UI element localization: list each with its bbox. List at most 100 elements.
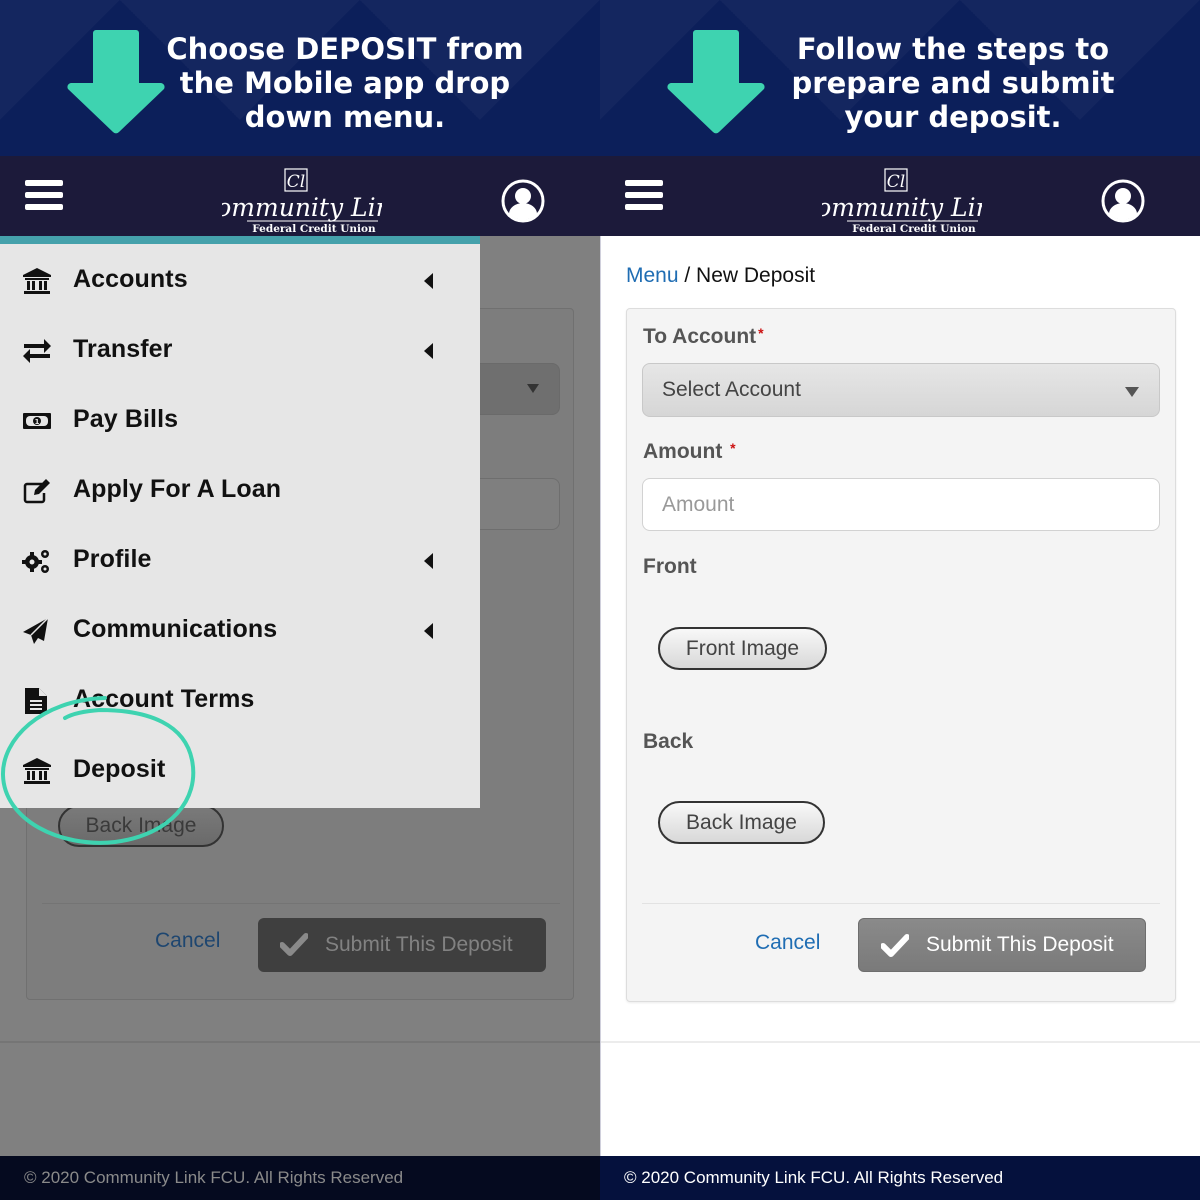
hamburger-icon-bar bbox=[625, 204, 663, 210]
menu-item-label: Profile bbox=[73, 545, 152, 573]
instruction-text: Choose DEPOSIT from the Mobile app drop … bbox=[160, 32, 530, 134]
instruction-banner: Choose DEPOSIT from the Mobile app drop … bbox=[0, 0, 600, 156]
new-deposit-page: Menu / New Deposit To Account * Select Ac… bbox=[600, 236, 1200, 1156]
breadcrumb-menu-link[interactable]: Menu bbox=[626, 264, 679, 287]
amount-input[interactable] bbox=[642, 478, 1160, 531]
caret-down-icon bbox=[527, 384, 539, 393]
front-label: Front bbox=[643, 555, 697, 578]
menu-item-deposit[interactable]: Deposit bbox=[0, 739, 480, 803]
right-panel: Follow the steps to prepare and submit y… bbox=[600, 0, 1200, 1200]
community-link-logo: Cl Community Link Federal Credit Union bbox=[822, 168, 982, 234]
svg-text:Community Link: Community Link bbox=[222, 193, 382, 222]
deposit-form-card: To Account* Select Account Amount * Fron… bbox=[626, 308, 1176, 1002]
menu-item-accounts[interactable]: Accounts bbox=[0, 249, 480, 313]
divider bbox=[42, 903, 560, 904]
to-account-select[interactable]: Select Account bbox=[642, 363, 1160, 417]
instruction-line: your deposit. bbox=[844, 100, 1062, 134]
divider bbox=[642, 903, 1160, 904]
bank-icon bbox=[23, 268, 51, 294]
back-label: Back bbox=[643, 730, 694, 753]
copyright-text: © 2020 Community Link FCU. All Rights Re… bbox=[624, 1168, 1004, 1187]
transfer-arrows-icon bbox=[23, 339, 51, 363]
menu-item-label: Transfer bbox=[73, 335, 173, 363]
instruction-line: Follow the steps to bbox=[796, 32, 1110, 66]
footer: © 2020 Community Link FCU. All Rights Re… bbox=[0, 1156, 600, 1200]
app-header: Cl Community Link Federal Credit Union bbox=[600, 156, 1200, 236]
instruction-line: down menu. bbox=[244, 100, 446, 134]
menu-item-label: Pay Bills bbox=[73, 405, 179, 433]
hamburger-icon-bar bbox=[25, 204, 63, 210]
gears-icon bbox=[22, 550, 49, 573]
dimmed-cancel-link: Cancel bbox=[155, 929, 221, 952]
svg-text:Federal Credit Union: Federal Credit Union bbox=[252, 223, 376, 234]
divider bbox=[0, 1041, 600, 1043]
menu-item-communications[interactable]: Communications bbox=[0, 599, 480, 663]
hamburger-icon bbox=[625, 180, 663, 186]
down-arrow-icon bbox=[67, 30, 165, 134]
svg-text:1: 1 bbox=[35, 418, 40, 426]
divider bbox=[601, 1041, 1200, 1043]
select-value: Select Account bbox=[662, 378, 801, 401]
breadcrumb-separator: / bbox=[678, 264, 697, 287]
caret-left-icon bbox=[424, 553, 433, 569]
dimmed-submit-button: Submit This Deposit bbox=[258, 918, 546, 972]
user-profile-button[interactable] bbox=[501, 179, 545, 223]
to-account-label-text: To Account bbox=[643, 325, 757, 348]
menu-item-label: Deposit bbox=[73, 755, 166, 783]
front-image-button[interactable]: Front Image bbox=[658, 627, 827, 670]
bank-icon bbox=[23, 758, 51, 784]
submit-deposit-button[interactable]: Submit This Deposit bbox=[858, 918, 1146, 972]
breadcrumb: Menu / New Deposit bbox=[626, 264, 815, 288]
down-arrow-icon bbox=[667, 30, 765, 134]
svg-text:Community Link: Community Link bbox=[822, 193, 982, 222]
caret-left-icon bbox=[424, 273, 433, 289]
to-account-label: To Account * bbox=[643, 325, 764, 349]
menu-item-account-terms[interactable]: Account Terms bbox=[0, 669, 480, 733]
navigation-drawer: Accounts Transfer 1 Pay Bills Apply For … bbox=[0, 236, 480, 808]
checkmark-icon bbox=[280, 933, 308, 956]
hamburger-menu-button[interactable] bbox=[625, 180, 663, 214]
menu-item-label: Apply For A Loan bbox=[73, 475, 282, 503]
menu-item-apply-for-a-loan[interactable]: Apply For A Loan bbox=[0, 459, 480, 523]
svg-text:Federal Credit Union: Federal Credit Union bbox=[852, 223, 976, 234]
caret-down-icon bbox=[1125, 387, 1139, 397]
caret-left-icon bbox=[424, 623, 433, 639]
instruction-banner: Follow the steps to prepare and submit y… bbox=[600, 0, 1200, 156]
user-circle-icon bbox=[1101, 179, 1145, 223]
menu-item-transfer[interactable]: Transfer bbox=[0, 319, 480, 383]
caret-left-icon bbox=[424, 343, 433, 359]
hamburger-icon-bar bbox=[25, 192, 63, 198]
amount-label: Amount * bbox=[643, 440, 736, 464]
instruction-line: the Mobile app drop bbox=[179, 66, 511, 100]
left-panel: Choose DEPOSIT from the Mobile app drop … bbox=[0, 0, 600, 1200]
app-header: Cl Community Link Federal Credit Union bbox=[0, 156, 600, 236]
menu-item-label: Accounts bbox=[73, 265, 188, 293]
cancel-link[interactable]: Cancel bbox=[755, 931, 820, 955]
hamburger-icon bbox=[25, 180, 63, 186]
menu-item-label: Account Terms bbox=[73, 685, 255, 713]
hamburger-menu-button[interactable] bbox=[25, 180, 63, 214]
community-link-logo: Cl Community Link Federal Credit Union bbox=[222, 168, 382, 234]
instruction-line: prepare and submit bbox=[791, 66, 1115, 100]
menu-item-pay-bills[interactable]: 1 Pay Bills bbox=[0, 389, 480, 453]
footer: © 2020 Community Link FCU. All Rights Re… bbox=[600, 1156, 1200, 1200]
checkmark-icon bbox=[881, 934, 909, 957]
drawer-accent-bar bbox=[0, 236, 480, 244]
copyright-text: © 2020 Community Link FCU. All Rights Re… bbox=[24, 1168, 404, 1187]
amount-label-text: Amount bbox=[643, 440, 723, 463]
menu-item-profile[interactable]: Profile bbox=[0, 529, 480, 593]
svg-text:Cl: Cl bbox=[887, 172, 905, 192]
user-profile-button[interactable] bbox=[1101, 179, 1145, 223]
document-icon bbox=[25, 688, 47, 714]
paper-plane-icon bbox=[23, 617, 49, 644]
edit-icon bbox=[23, 479, 50, 504]
money-bill-icon: 1 bbox=[23, 413, 51, 429]
menu-item-label: Communications bbox=[73, 615, 278, 643]
required-asterisk: * bbox=[730, 440, 736, 456]
required-asterisk: * bbox=[758, 325, 764, 341]
instruction-line: Choose DEPOSIT from bbox=[166, 32, 524, 66]
back-image-button[interactable]: Back Image bbox=[658, 801, 825, 844]
instruction-text: Follow the steps to prepare and submit y… bbox=[768, 32, 1138, 134]
dimmed-back-image-button: Back Image bbox=[58, 805, 224, 847]
submit-label: Submit This Deposit bbox=[325, 933, 513, 956]
